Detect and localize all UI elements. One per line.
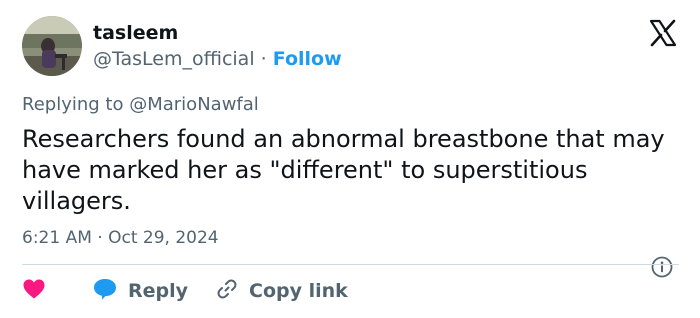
tweet-timestamp[interactable]: 6:21 AM · Oct 29, 2024 xyxy=(22,228,219,248)
display-name[interactable]: tasleem xyxy=(93,22,178,44)
action-bar: Reply Copy link xyxy=(22,276,682,306)
copy-link-button[interactable]: Copy link xyxy=(215,276,348,306)
replying-prefix: Replying to xyxy=(22,94,124,115)
info-icon[interactable] xyxy=(651,256,673,278)
reply-label: Reply xyxy=(128,280,189,302)
handle-separator: · xyxy=(260,48,267,70)
avatar-image xyxy=(22,16,82,76)
tweet-text: Researchers found an abnormal breastbone… xyxy=(22,125,665,215)
user-handle[interactable]: @TasLem_official xyxy=(93,48,255,70)
reply-button[interactable]: Reply xyxy=(92,276,188,306)
speech-bubble-icon xyxy=(92,277,118,305)
reply-mention-link[interactable]: @MarioNawfal xyxy=(129,94,259,115)
copy-link-label: Copy link xyxy=(249,280,348,302)
divider xyxy=(22,264,679,265)
heart-icon xyxy=(22,278,46,304)
x-logo-icon[interactable] xyxy=(648,18,678,48)
avatar[interactable] xyxy=(22,16,82,76)
follow-button[interactable]: Follow xyxy=(273,48,342,70)
handle-row: @TasLem_official · Follow xyxy=(93,48,342,70)
like-button[interactable] xyxy=(22,276,46,306)
link-icon xyxy=(215,277,239,305)
tweet-card: tasleem @TasLem_official · Follow Replyi… xyxy=(0,0,700,318)
replying-to: Replying to @MarioNawfal xyxy=(22,94,259,115)
